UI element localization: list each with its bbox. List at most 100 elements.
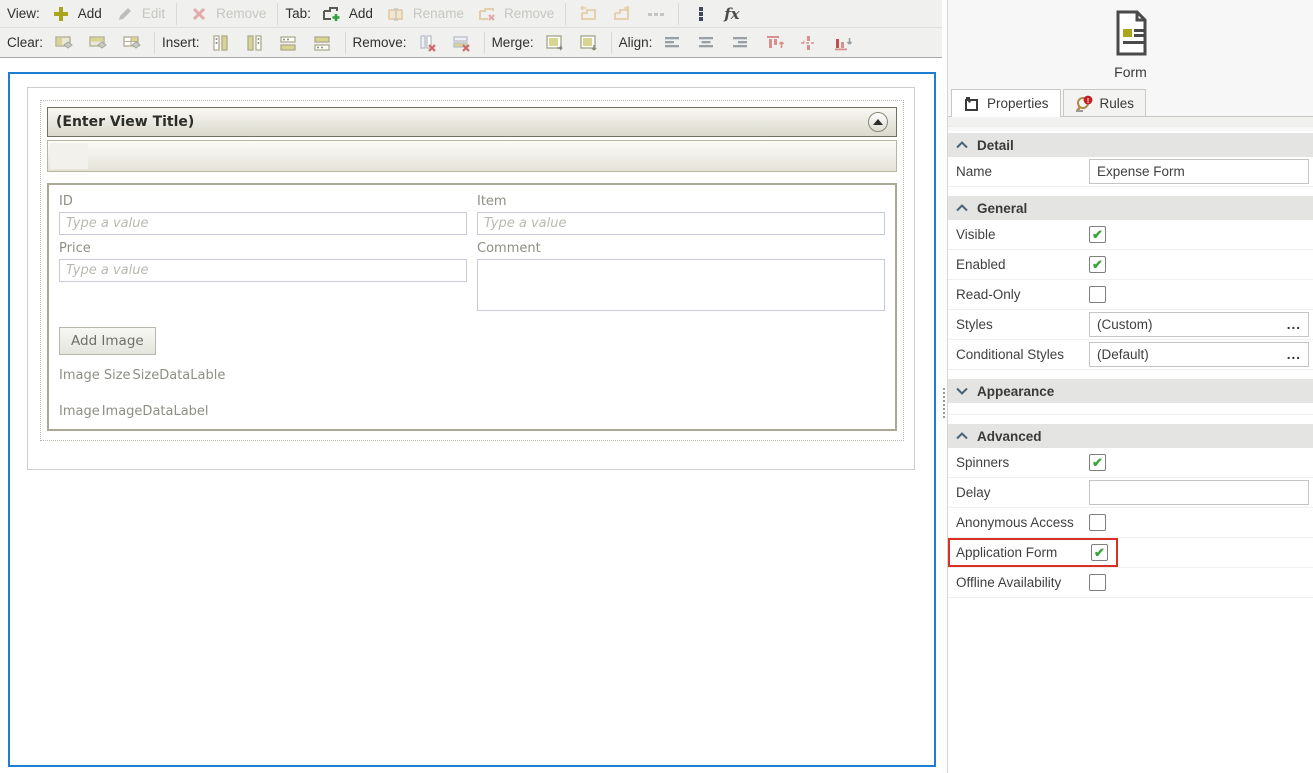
move-tab-left-button[interactable] (571, 1, 605, 27)
remove-row-button[interactable] (445, 30, 479, 56)
insert-column-right-button[interactable] (238, 30, 272, 56)
spinners-checkbox[interactable] (1089, 454, 1106, 471)
image-size-line: Image SizeSizeDataLable (59, 368, 885, 383)
chevron-down-icon (956, 387, 968, 395)
id-field-label: ID (59, 194, 467, 209)
view-drop-zone[interactable]: (Enter View Title) ID (40, 100, 904, 441)
application-form-label: Application Form (956, 545, 1091, 560)
remove-view-button[interactable]: Remove (182, 1, 272, 27)
anonymous-access-checkbox[interactable] (1089, 514, 1106, 531)
visible-checkbox[interactable] (1089, 226, 1106, 243)
property-row-readonly: Read-Only (948, 280, 1313, 310)
section-general[interactable]: General (948, 196, 1313, 220)
comment-field-label: Comment (477, 241, 885, 256)
insert-column-left-button[interactable] (204, 30, 238, 56)
clear-cell-button[interactable] (115, 30, 149, 56)
merge-right-button[interactable] (538, 30, 572, 56)
item-field-input[interactable] (477, 212, 885, 235)
more-tabs-button[interactable] (639, 1, 673, 27)
expression-button[interactable]: fx (718, 3, 745, 25)
align-middle-icon (798, 32, 820, 54)
merge-down-button[interactable] (572, 30, 606, 56)
image-line: ImageImageDataLabel (59, 404, 885, 419)
add-image-button[interactable]: Add Image (59, 327, 156, 355)
view-group-label: View: (7, 6, 40, 21)
toolbar-separator (345, 32, 346, 54)
collapsed-section-spacer (948, 403, 1313, 415)
application-form-checkbox[interactable] (1091, 544, 1108, 561)
splitter-drag-handle[interactable] (943, 388, 945, 418)
clear-row-button[interactable] (81, 30, 115, 56)
panel-tabs: Properties ! Rules (948, 89, 1313, 117)
property-row-offline-availability: Offline Availability (948, 568, 1313, 598)
remove-column-button[interactable] (411, 30, 445, 56)
toolbar-separator (678, 3, 679, 25)
offline-availability-checkbox[interactable] (1089, 574, 1106, 591)
tab-properties[interactable]: Properties (951, 89, 1061, 117)
align-right-button[interactable] (724, 30, 758, 56)
anonymous-access-label: Anonymous Access (956, 515, 1089, 530)
align-center-button[interactable] (690, 30, 724, 56)
properties-list: Detail Name General Visible Enabled Read… (948, 131, 1313, 773)
property-row-styles: Styles (Custom) ... (948, 310, 1313, 340)
form-selection-outline[interactable]: (Enter View Title) ID (8, 72, 936, 767)
section-appearance[interactable]: Appearance (948, 379, 1313, 403)
delay-input[interactable] (1089, 480, 1309, 505)
align-middle-button[interactable] (792, 30, 826, 56)
view-toolbar-strip[interactable] (47, 140, 897, 172)
ellipsis-icon[interactable]: ... (1287, 347, 1301, 362)
add-view-button[interactable]: Add (44, 1, 108, 27)
image-size-label: Image Size (59, 368, 131, 383)
insert-row-above-button[interactable] (272, 30, 306, 56)
styles-label: Styles (956, 317, 1089, 332)
section-detail[interactable]: Detail (948, 133, 1313, 157)
comment-field-textarea[interactable] (477, 259, 885, 311)
align-bottom-icon (832, 32, 854, 54)
price-field-input[interactable] (59, 259, 467, 282)
layout-options-button[interactable] (684, 1, 718, 27)
clear-column-button[interactable] (47, 30, 81, 56)
collapse-arrow-icon (873, 119, 883, 125)
view-container[interactable]: (Enter View Title) ID (27, 87, 915, 470)
conditional-styles-picker[interactable]: (Default) ... (1089, 342, 1309, 367)
move-tab-right-button[interactable] (605, 1, 639, 27)
rename-tab-button[interactable]: Rename (379, 1, 470, 27)
delay-label: Delay (956, 485, 1089, 500)
styles-picker[interactable]: (Custom) ... (1089, 312, 1309, 337)
view-title: (Enter View Title) (56, 114, 194, 130)
insert-column-left-icon (210, 32, 232, 54)
id-field-group: ID (59, 194, 467, 235)
comment-field-group: Comment (477, 241, 885, 315)
edit-view-icon (114, 3, 136, 25)
insert-row-below-button[interactable] (306, 30, 340, 56)
toolbar-row-view-tab: View: Add Edit Remove Tab: (0, 0, 942, 28)
remove-tab-button[interactable]: Remove (470, 1, 560, 27)
merge-right-icon (544, 32, 566, 54)
item-field-group: Item (477, 194, 885, 235)
tab-rules[interactable]: ! Rules (1063, 89, 1147, 116)
merge-down-icon (578, 32, 600, 54)
view-title-bar[interactable]: (Enter View Title) (47, 107, 897, 137)
readonly-checkbox[interactable] (1089, 286, 1106, 303)
selected-control-header: Form (948, 0, 1313, 80)
align-left-button[interactable] (656, 30, 690, 56)
edit-view-button[interactable]: Edit (108, 1, 171, 27)
chevron-up-icon (956, 141, 968, 149)
align-bottom-button[interactable] (826, 30, 860, 56)
name-input[interactable] (1089, 159, 1309, 184)
designer-left-region: View: Add Edit Remove Tab: (0, 0, 942, 773)
section-advanced[interactable]: Advanced (948, 424, 1313, 448)
collapse-view-button[interactable] (868, 112, 888, 132)
enabled-checkbox[interactable] (1089, 256, 1106, 273)
view-content-box[interactable]: ID Item Price (47, 183, 897, 431)
design-canvas[interactable]: (Enter View Title) ID (0, 58, 942, 773)
id-field-input[interactable] (59, 212, 467, 235)
insert-row-above-icon (278, 32, 300, 54)
align-top-button[interactable] (758, 30, 792, 56)
add-tab-button[interactable]: Add (315, 1, 379, 27)
toolbar-separator (565, 3, 566, 25)
remove-column-icon (417, 32, 439, 54)
property-row-spinners: Spinners (948, 448, 1313, 478)
ellipsis-icon[interactable]: ... (1287, 317, 1301, 332)
tab-rules-label: Rules (1100, 96, 1135, 111)
